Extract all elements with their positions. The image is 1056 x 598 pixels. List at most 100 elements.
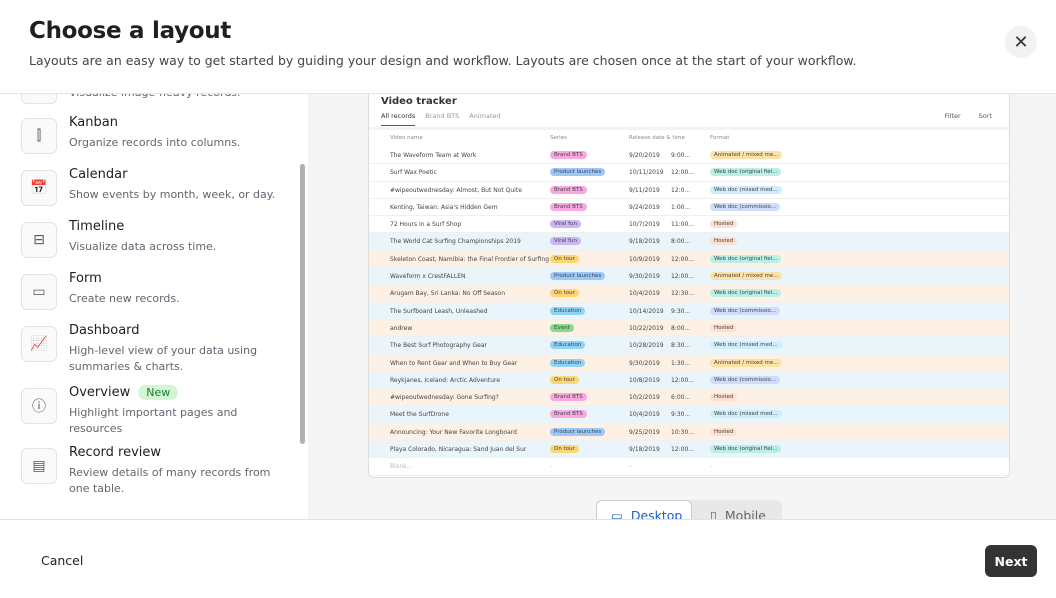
cell: 9:00...	[671, 152, 691, 159]
pill: Web doc (original fiel...	[710, 168, 782, 177]
cell: Blank...	[390, 463, 413, 471]
pill: Web doc (mixed med...	[710, 185, 782, 194]
table-row: Playa Colorado, Nicaragua: Sand Juan del…	[369, 441, 1009, 459]
cell: 10/4/2019	[629, 290, 660, 298]
cell: 12:00...	[671, 255, 695, 263]
pill: Hosted	[710, 237, 738, 246]
table-row: The Waveform Team at Work Brand BTS 9/20/2…	[369, 147, 1009, 165]
cell: –	[710, 463, 713, 471]
pill: Brand BTS	[550, 410, 587, 419]
cell: 9:30...	[671, 307, 691, 315]
pill: Brand BTS	[550, 393, 587, 402]
layout-name-text: Kanban	[69, 115, 118, 130]
form-icon: ▭	[21, 274, 57, 310]
cell: Kenting, Taiwan: Asia's Hidden Gem	[390, 203, 498, 211]
table-row: Blank... – – –	[369, 458, 1009, 476]
pill: Product launches	[550, 272, 606, 281]
close-button[interactable]: ✕	[1005, 26, 1037, 58]
pill: Hosted	[710, 393, 738, 402]
table-row: Surf Wax Poetic Product launches 10/11/201…	[369, 164, 1009, 182]
cell: 1:30...	[671, 359, 691, 367]
layout-list: ▦ Visualize image-heavy records. ⫿ Kanban…	[0, 94, 308, 519]
layout-description: Highlight important pages and resources	[69, 406, 238, 435]
cell: 9/20/2019	[629, 152, 660, 159]
pill: Viral fun	[550, 237, 581, 246]
preview-tab: All records	[381, 112, 416, 126]
cell: Arugam Bay, Sri Lanka: No Off Season	[390, 290, 506, 298]
new-badge: New	[138, 385, 179, 400]
cancel-button[interactable]: Cancel	[41, 553, 83, 568]
pill: Animated / mixed me...	[710, 151, 783, 159]
pill: Product launches	[550, 168, 606, 177]
desktop-label: Desktop	[630, 507, 683, 520]
cell: 8:30...	[671, 342, 691, 350]
pill: Web doc (original fiel...	[710, 289, 782, 298]
pill: Education	[550, 306, 586, 315]
page-subtitle: Layouts are an easy way to get started b…	[29, 53, 857, 68]
page-title: Choose a layout	[29, 18, 232, 44]
cell: 9/30/2019	[629, 359, 660, 367]
pill: Education	[550, 358, 586, 367]
pill: Animated / mixed me...	[710, 358, 783, 367]
layout-name: Form	[69, 271, 102, 286]
preview-tab: Animated	[469, 112, 501, 120]
layout-name: Calendar	[69, 167, 127, 182]
table-row: Kenting, Taiwan: Asia's Hidden Gem Brand …	[369, 199, 1009, 217]
cell: –	[550, 463, 553, 471]
cell: Reykjanes, Iceland: Arctic Adventure	[390, 376, 501, 384]
pill: Education	[550, 341, 586, 350]
pill: Brand BTS	[550, 202, 587, 211]
info-icon: ⓘ	[21, 388, 57, 424]
cell: 12:00...	[671, 169, 695, 177]
cell: 12:00...	[671, 273, 695, 281]
cell: andrew	[390, 324, 413, 332]
preview-sort: Sort	[978, 112, 992, 120]
pill: Web doc (original fiel...	[710, 254, 782, 263]
layout-description: Review details of many records from one …	[69, 466, 271, 495]
pill: Web doc (commissio...	[710, 306, 780, 315]
next-button[interactable]: Next	[985, 545, 1037, 577]
table-row: The World Cat Surfing Championships 2019…	[369, 233, 1009, 251]
table-row: When to Rent Gear and When to Buy Gear Ed…	[369, 354, 1009, 372]
mobile-toggle[interactable]: ▯ Mobile	[696, 500, 782, 520]
cell: 12:30...	[671, 290, 695, 298]
layout-description: Visualize data across time.	[69, 240, 217, 253]
pill: Product launches	[550, 427, 606, 436]
pill: Brand BTS	[550, 151, 587, 159]
cell: 9/25/2019	[629, 428, 660, 436]
pill: Web doc (original fiel...	[710, 445, 782, 454]
pill: Hosted	[710, 427, 738, 436]
layout-preview: Video tracker All records Brand BTS Animat…	[368, 94, 1010, 478]
calendar-icon: 📅	[21, 170, 57, 206]
layout-name: Kanban	[69, 115, 118, 130]
cell: 8:00...	[671, 324, 691, 332]
cell: 10/8/2019	[629, 376, 660, 384]
cell: 10/28/2019	[629, 342, 664, 350]
layout-description: High-level view of your data using summa…	[69, 344, 258, 373]
table-row: #wipeoutwednesday: Gone Surfing? Brand BT…	[369, 389, 1009, 407]
layout-name: Dashboard	[69, 323, 140, 338]
layout-list-scrollbar[interactable]	[300, 164, 305, 444]
table-row: 72 Hours in a Surf Shop Viral fun 10/7/201…	[369, 216, 1009, 234]
cell: The Waveform Team at Work	[390, 152, 477, 159]
cell: 8:00...	[671, 238, 691, 246]
layout-description: Organize records into columns.	[69, 136, 241, 149]
pill: Animated / mixed me...	[710, 272, 783, 281]
desktop-toggle[interactable]: ▭ Desktop	[596, 500, 692, 519]
cell: The Best Surf Photography Gear	[390, 342, 487, 350]
dashboard-icon: 📈	[21, 326, 57, 362]
table-row: Meet the SurfDrone Brand BTS 10/4/2019 9:30…	[369, 406, 1009, 424]
cell: Skeleton Coast, Namibia: the Final Front…	[390, 255, 549, 263]
cell: 10/7/2019	[629, 221, 660, 229]
pill: Web doc (mixed med...	[710, 341, 782, 350]
cell: 10:30...	[671, 428, 695, 436]
close-icon: ✕	[1013, 31, 1029, 53]
cell: 10/22/2019	[629, 324, 664, 332]
cell: 9/24/2019	[629, 203, 660, 211]
cell: 10/4/2019	[629, 411, 660, 419]
table-row: Skeleton Coast, Namibia: the Final Front…	[369, 250, 1009, 269]
view-toggle: ▭ Desktop ▯ Mobile	[596, 500, 782, 519]
preview-title: Video tracker	[381, 96, 457, 107]
mobile-icon: ▯	[710, 507, 717, 520]
cell: Playa Colorado, Nicaragua: Sand Juan del…	[390, 446, 527, 454]
